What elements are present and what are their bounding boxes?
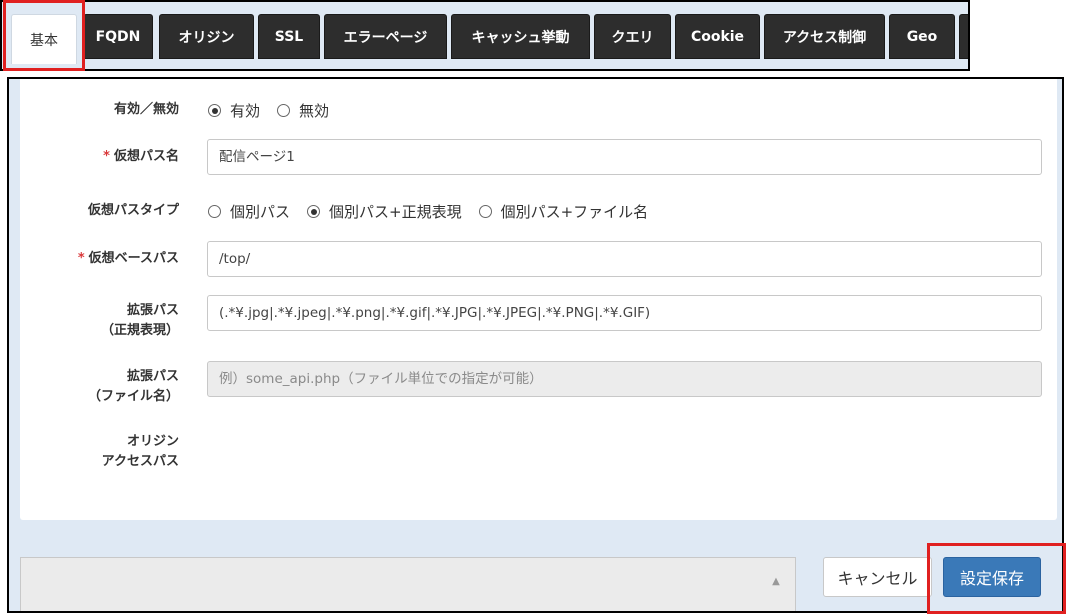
required-mark: * bbox=[77, 251, 85, 266]
ext-path-regex-label-line2: （正規表現） bbox=[100, 323, 179, 338]
disabled-radio[interactable] bbox=[277, 104, 291, 117]
virtual-base-path-label: * 仮想ベースパス bbox=[14, 249, 179, 269]
virtual-path-name-input[interactable]: 配信ページ1 bbox=[207, 139, 1042, 175]
virtual-base-path-label-text: 仮想ベースパス bbox=[88, 251, 179, 266]
virtual-path-name-label-text: 仮想パス名 bbox=[113, 149, 179, 164]
tab-overflow[interactable] bbox=[959, 14, 968, 59]
path-type-option-individual[interactable]: 個別パス bbox=[208, 201, 290, 222]
enabled-option-label: 有効 bbox=[230, 102, 261, 120]
enabled-radio[interactable] bbox=[208, 104, 221, 117]
origin-access-path-label: オリジン アクセスパス bbox=[14, 432, 179, 472]
tab-basic[interactable]: 基本 bbox=[11, 14, 77, 64]
ext-path-regex-input[interactable]: (.*¥.jpg|.*¥.jpeg|.*¥.png|.*¥.gif|.*¥.JP… bbox=[207, 295, 1042, 331]
tab-origin[interactable]: オリジン bbox=[159, 14, 254, 59]
virtual-base-path-input[interactable]: /top/ bbox=[207, 241, 1042, 277]
cancel-button[interactable]: キャンセル bbox=[823, 557, 932, 597]
virtual-path-type-label: 仮想パスタイプ bbox=[87, 203, 179, 218]
settings-panel: 有効／無効 有効 無効 *仮想パス名 配信ページ1 仮想パスタイプ 個別パス bbox=[7, 77, 1064, 613]
disabled-option-label: 無効 bbox=[299, 102, 330, 120]
path-type-radio-regex[interactable] bbox=[307, 205, 321, 218]
tab-ssl[interactable]: SSL bbox=[258, 14, 320, 59]
tab-error-page[interactable]: エラーページ bbox=[324, 14, 447, 59]
ext-path-regex-label: 拡張パス （正規表現） bbox=[14, 301, 179, 341]
tab-access-control[interactable]: アクセス制御 bbox=[764, 14, 885, 59]
tab-cache-behavior[interactable]: キャッシュ挙動 bbox=[451, 14, 590, 59]
path-type-option-filename[interactable]: 個別パス+ファイル名 bbox=[478, 201, 649, 222]
save-settings-button[interactable]: 設定保存 bbox=[943, 557, 1041, 597]
enabled-label: 有効／無効 bbox=[113, 102, 179, 117]
ext-path-file-input: 例）some_api.php（ファイル単位での指定が可能） bbox=[207, 361, 1042, 397]
scroll-up-icon[interactable]: ▲ bbox=[770, 576, 782, 588]
ext-path-file-label-line1: 拡張パス bbox=[126, 369, 179, 384]
ext-path-file-label: 拡張パス （ファイル名） bbox=[14, 367, 179, 407]
log-textarea[interactable]: ▲ bbox=[20, 557, 796, 611]
path-type-radio-individual[interactable] bbox=[208, 205, 221, 218]
required-mark: * bbox=[103, 149, 110, 164]
tab-bar: 基本 FQDN オリジン SSL エラーページ キャッシュ挙動 クエリ Cook… bbox=[0, 0, 970, 71]
enabled-option[interactable]: 有効 bbox=[208, 100, 260, 121]
tab-fqdn[interactable]: FQDN bbox=[83, 14, 153, 59]
ext-path-regex-label-line1: 拡張パス bbox=[126, 303, 179, 318]
tab-cookie[interactable]: Cookie bbox=[675, 14, 760, 59]
disabled-option[interactable]: 無効 bbox=[277, 100, 329, 121]
path-type-option-filename-label: 個別パス+ファイル名 bbox=[500, 203, 649, 221]
ext-path-file-label-line2: （ファイル名） bbox=[87, 389, 179, 404]
path-type-option-individual-label: 個別パス bbox=[230, 203, 291, 221]
enabled-radio-group: 有効 無効 bbox=[208, 100, 346, 121]
virtual-path-type-radio-group: 個別パス 個別パス+正規表現 個別パス+ファイル名 bbox=[208, 201, 665, 222]
path-type-radio-filename[interactable] bbox=[478, 205, 492, 218]
origin-access-path-label-line1: オリジン bbox=[126, 434, 179, 449]
virtual-path-name-label: * 仮想パス名 bbox=[14, 147, 179, 167]
path-type-option-regex[interactable]: 個別パス+正規表現 bbox=[307, 201, 462, 222]
path-type-option-regex-label: 個別パス+正規表現 bbox=[329, 203, 462, 221]
form-card: 有効／無効 有効 無効 *仮想パス名 配信ページ1 仮想パスタイプ 個別パス bbox=[20, 79, 1057, 520]
origin-access-path-label-line2: アクセスパス bbox=[101, 454, 179, 469]
tab-geo[interactable]: Geo bbox=[889, 14, 955, 59]
tab-query[interactable]: クエリ bbox=[594, 14, 671, 59]
